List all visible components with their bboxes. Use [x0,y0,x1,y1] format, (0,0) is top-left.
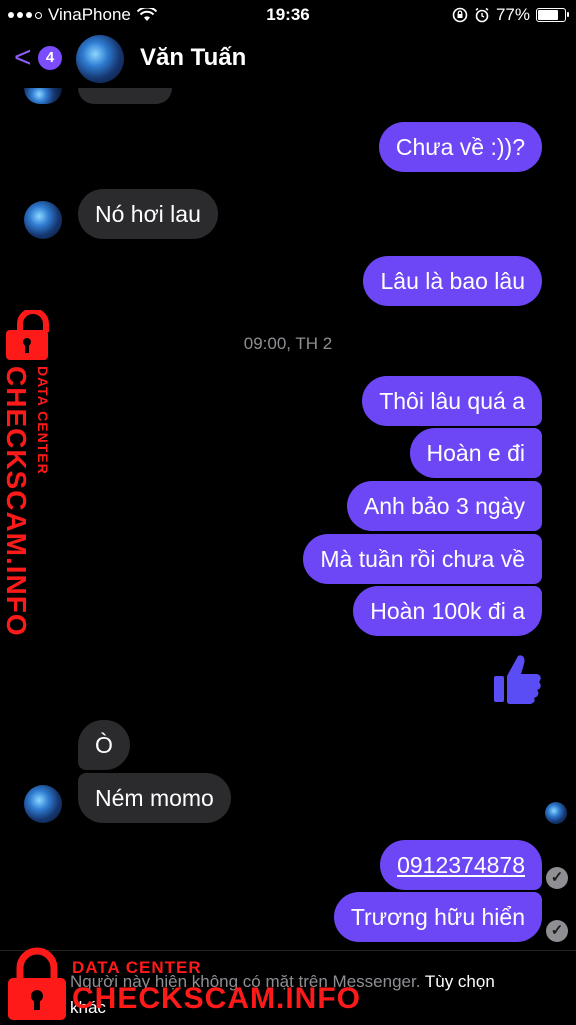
message-outgoing[interactable]: Thôi lâu quá a [362,376,542,426]
message-bubble-partial [78,88,172,104]
alarm-icon [475,7,489,23]
battery-percent: 77% [495,5,530,24]
timestamp-divider: 09:00, TH 2 [243,334,333,353]
delivered-check-icon: ✓ [546,867,568,889]
message-incoming[interactable]: Nó hơi lau [78,189,218,239]
message-outgoing[interactable]: Chưa về :))? [378,122,542,172]
message-incoming[interactable]: Ném momo [78,773,231,823]
watermark-checkscam: CHECKSCAM.INFO [72,982,361,1015]
rotation-lock-icon [452,7,468,23]
contact-avatar-small [24,201,62,239]
battery-icon [536,8,569,22]
message-incoming[interactable]: Ò [78,720,130,770]
seen-avatar [545,802,567,824]
phone-number-link[interactable]: 0912374878 [380,840,542,890]
status-bar: VinaPhone 19:36 77% [0,0,576,30]
message-outgoing[interactable]: Hoàn e đi [409,428,542,478]
padlock-icon [6,310,49,360]
message-outgoing[interactable]: Trương hữu hiển [333,892,542,942]
chat-header: < 4 Văn Tuấn [0,30,576,88]
message-outgoing[interactable]: Lâu là bao lâu [363,256,542,306]
unread-badge: 4 [38,46,62,70]
padlock-icon [8,947,66,1020]
watermark-checkscam-vertical: CHECKSCAM.INFO [1,366,32,637]
contact-name[interactable]: Văn Tuấn [140,44,246,72]
delivered-check-icon: ✓ [546,920,568,942]
message-outgoing[interactable]: Mà tuần rồi chưa về [303,534,542,584]
contact-avatar-small [24,785,62,823]
watermark-vertical: CHECKSCAM.INFO DATA CENTER [1,310,64,637]
back-icon[interactable]: < [14,43,32,73]
contact-avatar-small [24,88,62,104]
watermark-horizontal: DATA CENTER CHECKSCAM.INFO [6,946,366,1024]
watermark-datacenter-vertical: DATA CENTER [35,366,51,475]
thumbs-up-icon[interactable] [492,652,542,706]
message-outgoing[interactable]: Anh bảo 3 ngày [346,481,542,531]
message-outgoing[interactable]: Hoàn 100k đi a [353,586,542,636]
watermark-datacenter: DATA CENTER [72,958,202,977]
status-right: 77% [452,5,569,25]
contact-avatar[interactable] [76,35,124,83]
